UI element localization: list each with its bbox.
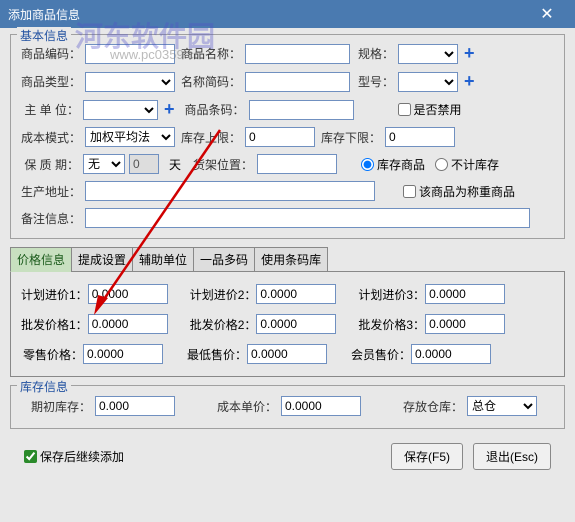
tab-aux-unit[interactable]: 辅助单位: [132, 247, 194, 272]
whole2-label: 批发价格2：: [190, 316, 257, 333]
spec-add-icon[interactable]: +: [462, 43, 477, 64]
tab-commission[interactable]: 提成设置: [71, 247, 133, 272]
stock-info-group: 库存信息 期初库存： 成本单价： 存放仓库： 总仓: [10, 385, 565, 429]
min-label: 最低售价：: [185, 346, 247, 363]
plan2-label: 计划进价2：: [190, 286, 257, 303]
unit-label: 主 单 位：: [21, 101, 79, 118]
addr-input[interactable]: [85, 181, 375, 201]
type-label: 商品类型：: [21, 73, 81, 90]
addr-label: 生产地址：: [21, 183, 81, 200]
plan2-input[interactable]: [256, 284, 336, 304]
name-label: 商品名称：: [179, 45, 241, 62]
plan1-label: 计划进价1：: [21, 286, 88, 303]
plan1-input[interactable]: [88, 284, 168, 304]
plan3-input[interactable]: [425, 284, 505, 304]
warehouse-select[interactable]: 总仓: [467, 396, 537, 416]
stock-legend: 库存信息: [17, 378, 71, 395]
window-title: 添加商品信息: [8, 6, 527, 23]
close-button[interactable]: ✕: [527, 0, 567, 28]
tab-multi-code[interactable]: 一品多码: [193, 247, 255, 272]
whole3-input[interactable]: [425, 314, 505, 334]
code-input[interactable]: [85, 44, 175, 64]
barcode-input[interactable]: [249, 100, 354, 120]
shelf-pos-input[interactable]: [257, 154, 337, 174]
titlebar: 添加商品信息 ✕: [0, 0, 575, 28]
model-select[interactable]: [398, 72, 458, 92]
shelf-pos-label: 货架位置：: [191, 156, 253, 173]
retail-input[interactable]: [83, 344, 163, 364]
cost-mode-select[interactable]: 加权平均法: [85, 127, 175, 147]
basic-legend: 基本信息: [17, 27, 71, 44]
disable-checkbox[interactable]: 是否禁用: [398, 101, 462, 118]
whole1-input[interactable]: [88, 314, 168, 334]
footer-bar: 保存后继续添加 保存(F5) 退出(Esc): [10, 437, 565, 476]
type-select[interactable]: [85, 72, 175, 92]
price-panel: 计划进价1： 计划进价2： 计划进价3： 批发价格1： 批发价格2： 批发价格3…: [10, 271, 565, 377]
model-add-icon[interactable]: +: [462, 71, 477, 92]
name-input[interactable]: [245, 44, 350, 64]
abbr-input[interactable]: [245, 72, 350, 92]
save-button[interactable]: 保存(F5): [391, 443, 463, 470]
shelf-life-select[interactable]: 无: [83, 154, 125, 174]
remark-label: 备注信息：: [21, 210, 81, 227]
whole2-input[interactable]: [256, 314, 336, 334]
retail-label: 零售价格：: [21, 346, 83, 363]
whole3-label: 批发价格3：: [358, 316, 425, 333]
days-label: 天: [169, 156, 181, 173]
shelf-life-num: [129, 154, 159, 174]
spec-select[interactable]: [398, 44, 458, 64]
model-label: 型号：: [354, 73, 394, 90]
stock-low-input[interactable]: [385, 127, 455, 147]
barcode-label: 商品条码：: [183, 101, 245, 118]
stock-low-label: 库存下限：: [319, 129, 381, 146]
stock-goods-radio[interactable]: 库存商品: [361, 156, 425, 173]
whole1-label: 批发价格1：: [21, 316, 88, 333]
unit-select[interactable]: [83, 100, 158, 120]
init-stock-label: 期初库存：: [21, 398, 91, 415]
shelf-life-label: 保 质 期：: [21, 156, 79, 173]
tab-bar: 价格信息 提成设置 辅助单位 一品多码 使用条码库: [10, 247, 565, 272]
weigh-checkbox[interactable]: 该商品为称重商品: [403, 183, 515, 200]
basic-info-group: 基本信息 商品编码： 商品名称： 规格： + 商品类型： 名称简码： 型号： +…: [10, 34, 565, 239]
spec-label: 规格：: [354, 45, 394, 62]
no-stock-radio[interactable]: 不计库存: [435, 156, 499, 173]
code-label: 商品编码：: [21, 45, 81, 62]
continue-checkbox[interactable]: 保存后继续添加: [24, 448, 124, 465]
cost-price-input[interactable]: [281, 396, 361, 416]
stock-up-input[interactable]: [245, 127, 315, 147]
cost-price-label: 成本单价：: [199, 398, 277, 415]
tab-barcode-lib[interactable]: 使用条码库: [254, 247, 328, 272]
exit-button[interactable]: 退出(Esc): [473, 443, 551, 470]
member-input[interactable]: [411, 344, 491, 364]
stock-up-label: 库存上限：: [179, 129, 241, 146]
warehouse-label: 存放仓库：: [385, 398, 463, 415]
init-stock-input[interactable]: [95, 396, 175, 416]
plan3-label: 计划进价3：: [358, 286, 425, 303]
tab-price[interactable]: 价格信息: [10, 247, 72, 272]
remark-input[interactable]: [85, 208, 530, 228]
cost-mode-label: 成本模式：: [21, 129, 81, 146]
min-input[interactable]: [247, 344, 327, 364]
abbr-label: 名称简码：: [179, 73, 241, 90]
unit-add-icon[interactable]: +: [162, 99, 177, 120]
member-label: 会员售价：: [349, 346, 411, 363]
